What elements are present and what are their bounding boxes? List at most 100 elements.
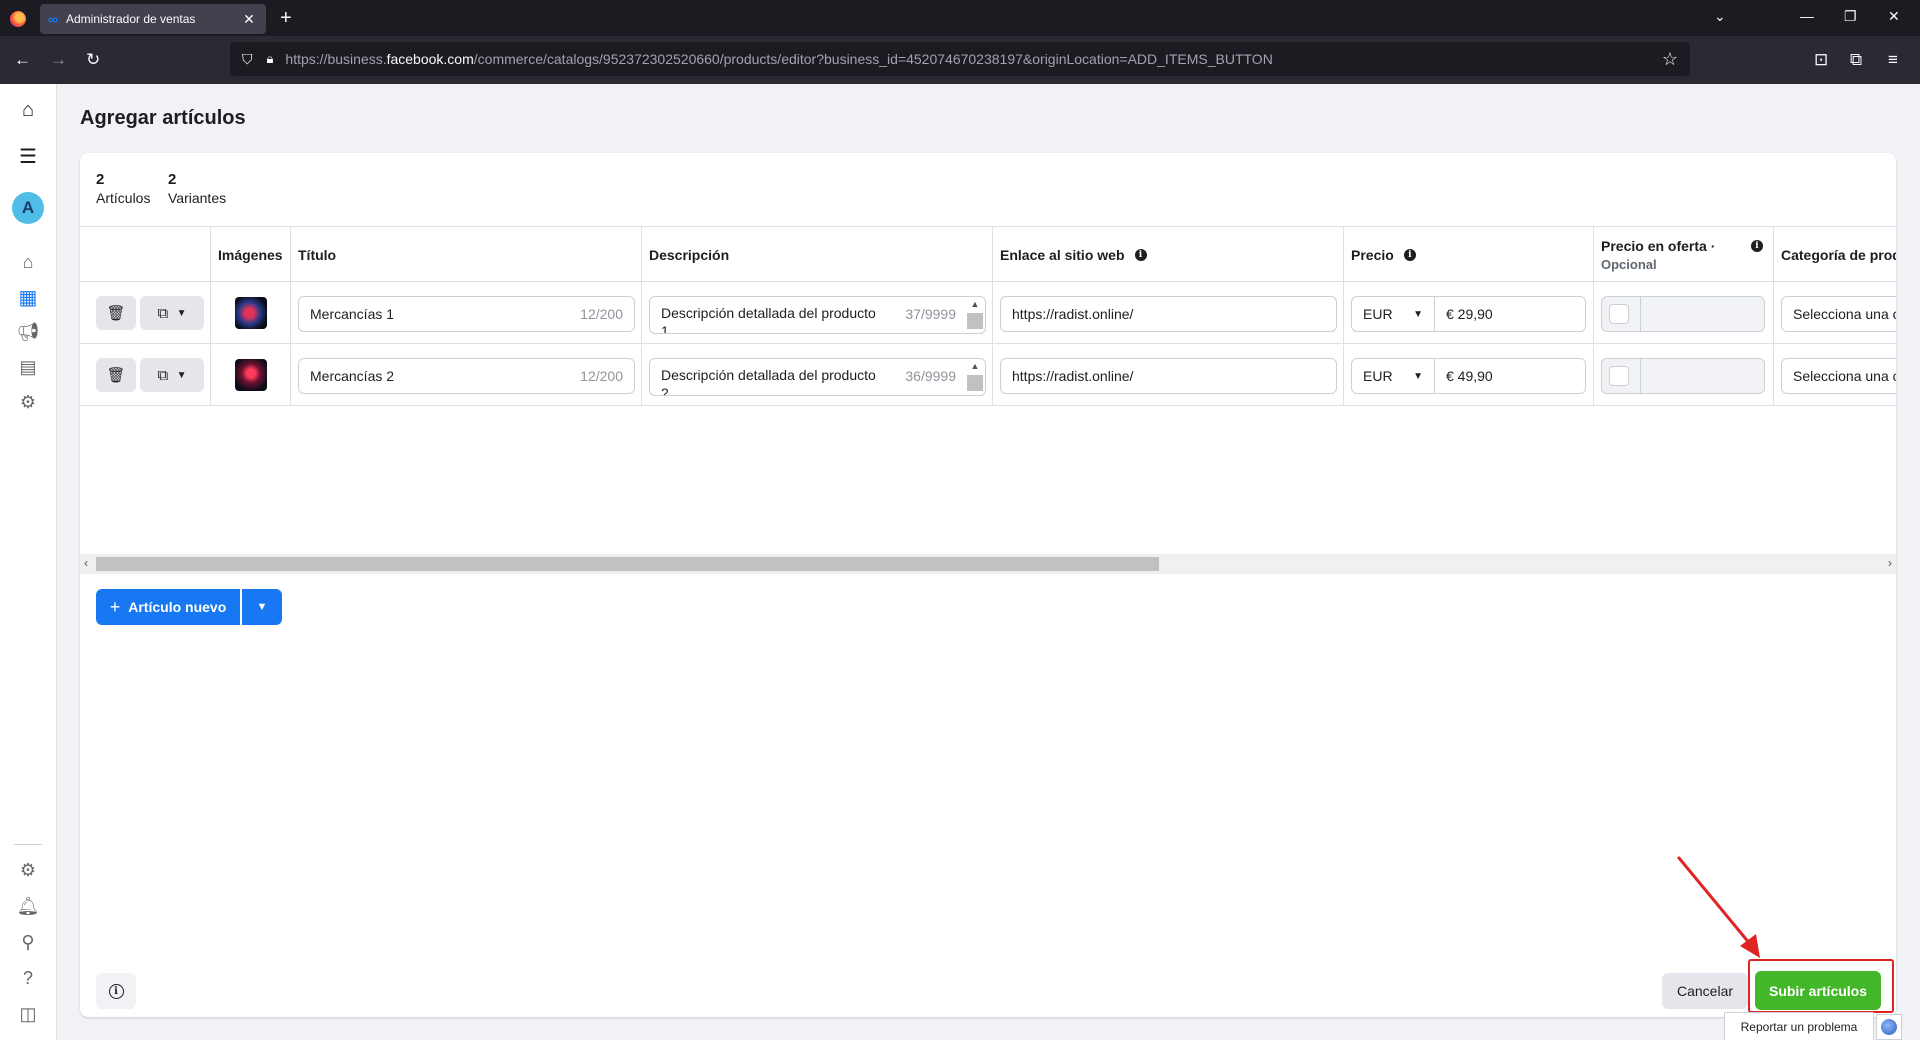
duplicate-dropdown-button[interactable]: ⧉ ▼: [140, 296, 204, 330]
new-item-dropdown-button[interactable]: ▼: [242, 589, 282, 625]
settings-icon[interactable]: ⚙: [14, 856, 42, 884]
lock-icon[interactable]: 🔒︎: [267, 51, 274, 67]
storefront-icon[interactable]: ▤: [14, 353, 42, 381]
category-cell: Selecciona una c: [1773, 345, 1896, 406]
description-cell: Descripción detallada del producto 2 36/9…: [641, 345, 992, 406]
info-icon[interactable]: i: [1403, 249, 1416, 261]
category-select[interactable]: Selecciona una c: [1781, 296, 1896, 332]
restore-icon[interactable]: ❐: [1844, 8, 1857, 25]
help-icon[interactable]: ?: [14, 964, 42, 992]
tab-title: Administrador de ventas: [65, 12, 196, 26]
catalog-grid-icon[interactable]: ▦: [14, 283, 42, 311]
stat-variants: 2 Variantes: [168, 171, 226, 206]
menu-icon[interactable]: ≡: [1888, 50, 1898, 70]
image-cell[interactable]: [210, 283, 290, 344]
currency-select[interactable]: EUR ▼: [1351, 358, 1435, 394]
meta-logo-icon: ∞: [48, 11, 58, 27]
sale-price-checkbox[interactable]: [1609, 366, 1629, 386]
rail-divider: [14, 844, 42, 845]
browser-tab[interactable]: ∞ Administrador de ventas ✕: [40, 4, 266, 34]
info-button[interactable]: i: [96, 973, 136, 1009]
textarea-scrollbar[interactable]: ▲: [967, 299, 983, 333]
header-website-label: Enlace al sitio web: [1000, 247, 1125, 263]
title-input[interactable]: Mercancías 2 12/200: [298, 358, 635, 394]
category-select[interactable]: Selecciona una c: [1781, 358, 1896, 394]
megaphone-icon[interactable]: 📢︎: [14, 318, 42, 346]
hamburger-menu-icon[interactable]: ☰: [14, 142, 42, 170]
sale-price-field: [1601, 296, 1765, 332]
shield-icon[interactable]: ⛉: [242, 51, 253, 68]
close-window-icon[interactable]: ✕: [1888, 8, 1900, 25]
description-textarea[interactable]: Descripción detallada del producto 1 37/9…: [649, 296, 986, 334]
reload-icon[interactable]: ↻: [86, 50, 100, 70]
report-problem-button[interactable]: Reportar un problema: [1724, 1012, 1874, 1040]
category-cell: Selecciona una c: [1773, 283, 1896, 344]
website-input[interactable]: https://radist.online/: [1000, 358, 1337, 394]
new-item-button[interactable]: + Artículo nuevo: [96, 589, 240, 625]
website-cell: https://radist.online/: [992, 283, 1343, 344]
header-category: Categoría de produ: [1773, 227, 1896, 283]
collapse-panel-icon[interactable]: ◫: [14, 1000, 42, 1028]
description-textarea[interactable]: Descripción detallada del producto 2 36/9…: [649, 358, 986, 396]
globe-icon[interactable]: [1876, 1014, 1902, 1040]
duplicate-dropdown-button[interactable]: ⧉ ▼: [140, 358, 204, 392]
cancel-button[interactable]: Cancelar: [1662, 973, 1748, 1009]
info-icon[interactable]: i: [1134, 249, 1147, 261]
forward-icon[interactable]: →: [50, 50, 67, 70]
product-thumbnail[interactable]: [235, 359, 267, 391]
caret-down-icon: ▼: [1413, 370, 1423, 382]
header-images: Imágenes: [210, 227, 290, 283]
price-input[interactable]: € 29,90: [1434, 296, 1586, 332]
close-tab-icon[interactable]: ✕: [240, 11, 258, 28]
delete-trash-icon[interactable]: 🗑︎: [96, 358, 136, 392]
stat-variants-count: 2: [168, 171, 177, 188]
new-tab-icon[interactable]: +: [280, 7, 292, 30]
sale-price-cell: [1593, 283, 1773, 344]
pocket-icon[interactable]: ⊡: [1814, 50, 1828, 70]
settings-gear-icon[interactable]: ⚙: [14, 388, 42, 416]
title-cell: Mercancías 1 12/200: [290, 283, 641, 344]
back-icon[interactable]: ←: [14, 50, 31, 70]
minimize-icon[interactable]: —: [1800, 8, 1814, 24]
scroll-left-icon[interactable]: ‹: [84, 556, 88, 570]
image-cell[interactable]: [210, 345, 290, 406]
upload-items-button[interactable]: Subir artículos: [1755, 971, 1881, 1010]
product-thumbnail[interactable]: [235, 297, 267, 329]
description-cell: Descripción detallada del producto 1 37/9…: [641, 283, 992, 344]
price-input[interactable]: € 49,90: [1434, 358, 1586, 394]
header-sale-price-label: Precio en oferta ·: [1601, 238, 1716, 254]
sale-price-checkbox[interactable]: [1609, 304, 1629, 324]
home-outline-icon[interactable]: ⌂: [14, 96, 42, 124]
table-horizontal-scrollbar[interactable]: ‹ ›: [80, 554, 1896, 574]
header-price-label: Precio: [1351, 247, 1394, 263]
notifications-bell-icon[interactable]: 🔔︎: [14, 892, 42, 920]
currency-select[interactable]: EUR ▼: [1351, 296, 1435, 332]
textarea-scrollbar[interactable]: ▲: [967, 361, 983, 395]
website-input[interactable]: https://radist.online/: [1000, 296, 1337, 332]
header-description: Descripción: [641, 227, 992, 283]
title-input[interactable]: Mercancías 1 12/200: [298, 296, 635, 332]
scroll-right-icon[interactable]: ›: [1888, 556, 1892, 570]
header-sale-price-optional: Opcional: [1601, 257, 1657, 272]
url-bar[interactable]: ⛉ 🔒︎ https://business.facebook.com/comme…: [230, 42, 1690, 76]
plus-icon: +: [109, 596, 121, 617]
search-icon[interactable]: ⚲: [14, 928, 42, 956]
tab-list-chevron-icon[interactable]: ⌄: [1714, 8, 1726, 25]
header-website: Enlace al sitio web i: [992, 227, 1343, 283]
stat-items: 2 Artículos: [96, 171, 150, 206]
info-circle-icon: i: [108, 983, 124, 999]
extensions-icon[interactable]: ⧉: [1850, 50, 1862, 70]
avatar[interactable]: A: [12, 192, 44, 224]
url-text[interactable]: https://business.facebook.com/commerce/c…: [285, 51, 1661, 67]
bookmark-star-icon[interactable]: ☆: [1662, 49, 1678, 70]
firefox-icon[interactable]: [10, 11, 26, 27]
header-sale-price: Precio en oferta · i Opcional: [1593, 227, 1773, 283]
scrollbar-thumb[interactable]: [96, 557, 1159, 571]
delete-trash-icon[interactable]: 🗑︎: [96, 296, 136, 330]
browser-navbar: ← → ↻ ⛉ 🔒︎ https://business.facebook.com…: [0, 36, 1920, 84]
header-price: Precio i: [1343, 227, 1593, 283]
stat-items-label: Artículos: [96, 190, 151, 206]
table-row: 🗑︎ ⧉ ▼ Mercancías 2 12/200 Descripción de…: [80, 345, 1896, 406]
info-icon[interactable]: i: [1751, 240, 1763, 252]
home-icon[interactable]: ⌂: [14, 248, 42, 276]
